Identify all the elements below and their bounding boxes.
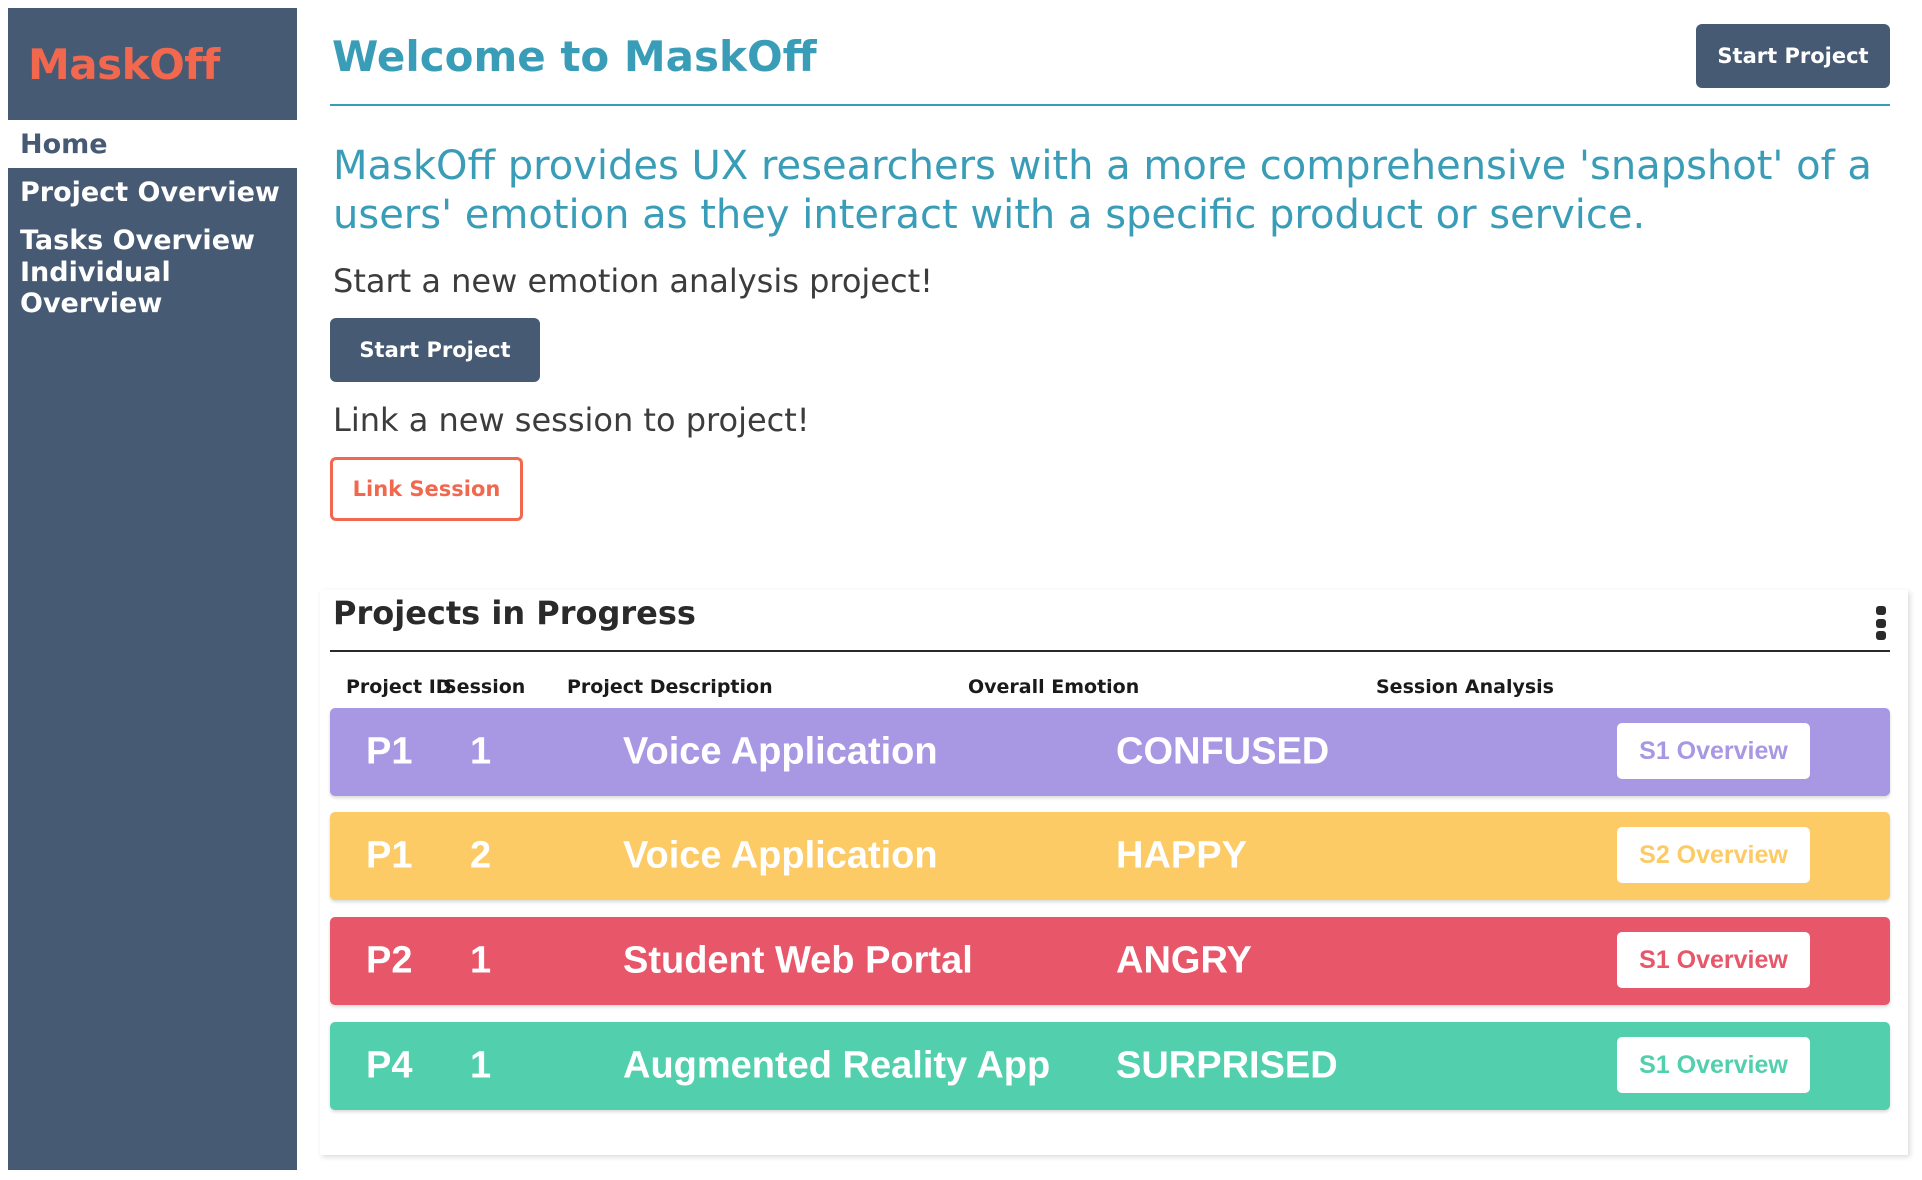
table-row: P1 2 Voice Application HAPPY S2 Overview xyxy=(330,812,1890,900)
cell-emotion: CONFUSED xyxy=(1116,730,1330,773)
cell-description: Voice Application xyxy=(623,834,938,877)
divider xyxy=(330,650,1890,652)
maskoff-logo[interactable]: MaskOff xyxy=(28,40,220,89)
start-project-prompt: Start a new emotion analysis project! xyxy=(333,262,933,300)
page-title: Welcome to MaskOff xyxy=(332,32,817,81)
cell-emotion: HAPPY xyxy=(1116,834,1247,877)
kebab-dot xyxy=(1876,618,1886,628)
sidebar: MaskOff Home Project Overview Tasks Over… xyxy=(8,8,297,1170)
table-header: Project ID Session Project Description O… xyxy=(330,676,1890,704)
cell-session: 1 xyxy=(470,939,492,982)
cell-description: Augmented Reality App xyxy=(623,1044,1051,1087)
cell-project-id: P4 xyxy=(366,1044,413,1087)
session-overview-button[interactable]: S1 Overview xyxy=(1617,1037,1810,1093)
session-overview-button[interactable]: S2 Overview xyxy=(1617,827,1810,883)
session-overview-button[interactable]: S1 Overview xyxy=(1617,932,1810,988)
projects-title: Projects in Progress xyxy=(333,594,696,632)
sidebar-item-project-overview[interactable]: Project Overview xyxy=(8,168,297,216)
sidebar-item-individual-overview[interactable]: Individual Overview xyxy=(8,257,297,319)
intro-text: MaskOff provides UX researchers with a m… xyxy=(333,143,1872,238)
cell-project-id: P1 xyxy=(366,730,413,773)
cell-session: 1 xyxy=(470,730,492,773)
kebab-menu-icon[interactable] xyxy=(1874,606,1888,640)
start-project-button[interactable]: Start Project xyxy=(330,318,540,382)
col-header-project-id: Project ID xyxy=(346,676,452,698)
logo-container: MaskOff xyxy=(8,8,297,120)
table-row: P4 1 Augmented Reality App SURPRISED S1 … xyxy=(330,1022,1890,1110)
cell-project-id: P1 xyxy=(366,834,413,877)
kebab-dot xyxy=(1876,606,1886,615)
cell-emotion: SURPRISED xyxy=(1116,1044,1338,1087)
header-start-project-button[interactable]: Start Project xyxy=(1696,24,1890,88)
link-session-button[interactable]: Link Session xyxy=(330,457,523,521)
kebab-dot xyxy=(1876,631,1886,640)
cell-session: 2 xyxy=(470,834,492,877)
table-row: P1 1 Voice Application CONFUSED S1 Overv… xyxy=(330,708,1890,796)
session-overview-button[interactable]: S1 Overview xyxy=(1617,723,1810,779)
main-content: Welcome to MaskOff Start Project MaskOff… xyxy=(320,0,1908,1180)
cell-description: Student Web Portal xyxy=(623,939,973,982)
cell-session: 1 xyxy=(470,1044,492,1087)
table-row: P2 1 Student Web Portal ANGRY S1 Overvie… xyxy=(330,917,1890,1005)
sidebar-nav: Home Project Overview Tasks Overview Ind… xyxy=(8,120,297,319)
page-header: Welcome to MaskOff Start Project xyxy=(330,24,1890,106)
col-header-description: Project Description xyxy=(567,676,773,698)
cell-description: Voice Application xyxy=(623,730,938,773)
projects-card: Projects in Progress Project ID Session … xyxy=(320,590,1908,1155)
col-header-session: Session xyxy=(443,676,526,698)
col-header-emotion: Overall Emotion xyxy=(968,676,1140,698)
link-session-prompt: Link a new session to project! xyxy=(333,401,810,439)
cell-emotion: ANGRY xyxy=(1116,939,1252,982)
col-header-analysis: Session Analysis xyxy=(1376,676,1554,698)
sidebar-item-home[interactable]: Home xyxy=(8,120,297,168)
cell-project-id: P2 xyxy=(366,939,413,982)
